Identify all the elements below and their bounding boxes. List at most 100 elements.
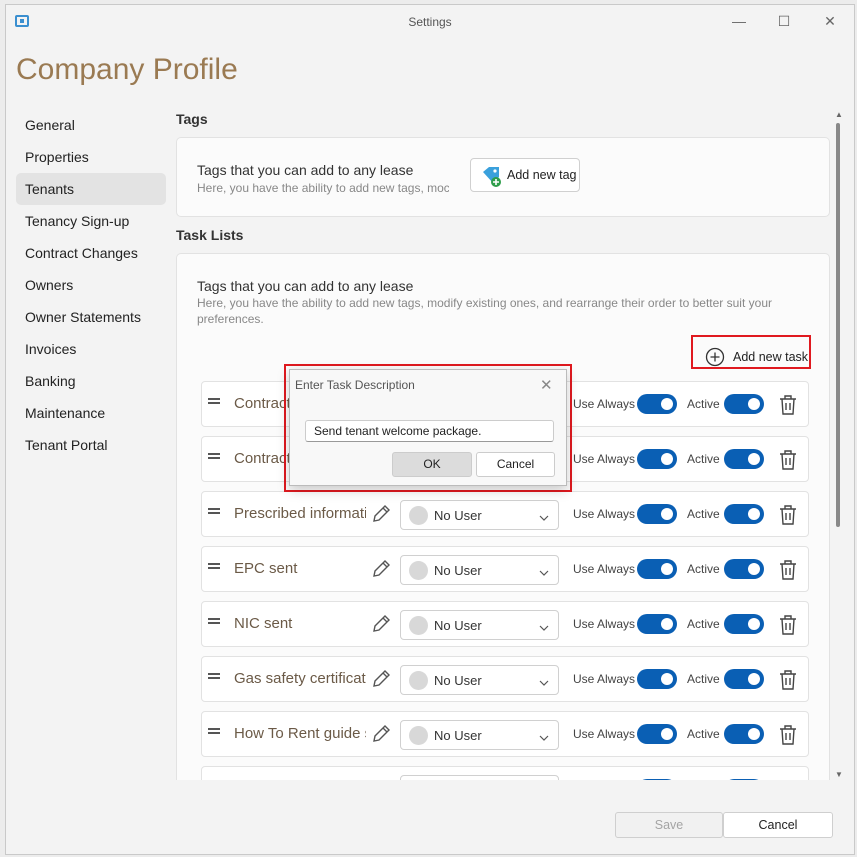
active-toggle[interactable]: [724, 669, 764, 689]
task-lists-card-description: Here, you have the ability to add new ta…: [197, 296, 772, 326]
user-dropdown[interactable]: [400, 775, 559, 780]
cancel-button[interactable]: Cancel: [723, 812, 833, 838]
chevron-down-icon: [539, 730, 549, 741]
task-row[interactable]: How To Rent guide se No User Use Always Act…: [201, 711, 809, 757]
use-always-toggle[interactable]: [637, 614, 677, 634]
task-name: Gas safety certificate: [234, 670, 366, 687]
active-toggle[interactable]: [724, 614, 764, 634]
sidebar-item-owners[interactable]: Owners: [16, 269, 166, 301]
trash-icon[interactable]: [778, 449, 798, 471]
drag-handle-icon[interactable]: [208, 728, 220, 734]
trash-icon[interactable]: [778, 724, 798, 746]
active-label: Active: [687, 617, 720, 631]
sidebar-item-tenancy-sign-up[interactable]: Tenancy Sign-up: [16, 205, 166, 237]
active-toggle[interactable]: [724, 559, 764, 579]
user-dropdown-value: No User: [434, 563, 482, 578]
dialog-title: Enter Task Description: [295, 378, 415, 392]
active-label: Active: [687, 672, 720, 686]
save-button[interactable]: Save: [615, 812, 723, 838]
user-dropdown-value: No User: [434, 508, 482, 523]
user-dropdown[interactable]: No User: [400, 665, 559, 695]
tags-card-description: Here, you have the ability to add new ta…: [197, 181, 449, 195]
sidebar-item-properties[interactable]: Properties: [16, 141, 166, 173]
dialog-close-icon[interactable]: ✕: [540, 376, 553, 394]
sidebar-item-banking[interactable]: Banking: [16, 365, 166, 397]
task-name: NIC sent: [234, 615, 293, 632]
trash-icon[interactable]: [778, 394, 798, 416]
use-always-toggle[interactable]: [637, 559, 677, 579]
chevron-down-icon: [539, 675, 549, 686]
active-toggle[interactable]: [724, 449, 764, 469]
user-dropdown-value: No User: [434, 673, 482, 688]
active-label: Active: [687, 727, 720, 741]
vertical-scrollbar[interactable]: ▲ ▼: [835, 109, 843, 781]
dialog-ok-button[interactable]: OK: [392, 452, 472, 477]
drag-handle-icon[interactable]: [208, 508, 220, 514]
pencil-icon[interactable]: [370, 778, 392, 780]
trash-icon[interactable]: [778, 504, 798, 526]
task-row[interactable]: Gas safety certificate No User Use Always A…: [201, 656, 809, 702]
active-label: Active: [687, 397, 720, 411]
use-always-toggle[interactable]: [637, 449, 677, 469]
add-new-tag-button[interactable]: Add new tag: [470, 158, 580, 192]
use-always-label: Use Always: [573, 507, 636, 521]
pencil-icon[interactable]: [370, 723, 392, 745]
user-dropdown[interactable]: No User: [400, 610, 559, 640]
sidebar-item-general[interactable]: General: [16, 109, 166, 141]
use-always-toggle[interactable]: [637, 669, 677, 689]
task-row[interactable]: Use AlwaysActive: [201, 766, 809, 780]
use-always-toggle[interactable]: [637, 779, 677, 780]
use-always-label: Use Always: [573, 562, 636, 576]
use-always-toggle[interactable]: [637, 394, 677, 414]
avatar: [409, 616, 428, 635]
tags-section-title: Tags: [176, 111, 208, 127]
use-always-toggle[interactable]: [637, 724, 677, 744]
sidebar-item-owner-statements[interactable]: Owner Statements: [16, 301, 166, 333]
task-row[interactable]: Prescribed informatic No User Use Always Ac…: [201, 491, 809, 537]
trash-icon[interactable]: [778, 614, 798, 636]
minimize-button[interactable]: —: [724, 11, 754, 31]
user-dropdown[interactable]: No User: [400, 555, 559, 585]
pencil-icon[interactable]: [370, 668, 392, 690]
drag-handle-icon[interactable]: [208, 453, 220, 459]
drag-handle-icon[interactable]: [208, 673, 220, 679]
task-description-input[interactable]: [305, 420, 554, 442]
pencil-icon[interactable]: [370, 613, 392, 635]
scroll-up-icon[interactable]: ▲: [835, 111, 843, 119]
sidebar-item-maintenance[interactable]: Maintenance: [16, 397, 166, 429]
active-toggle[interactable]: [724, 504, 764, 524]
dialog-cancel-button[interactable]: Cancel: [476, 452, 555, 477]
title-bar: Settings — ☐ ✕: [6, 5, 854, 37]
task-row[interactable]: NIC sent No User Use Always Active: [201, 601, 809, 647]
sidebar-item-contract-changes[interactable]: Contract Changes: [16, 237, 166, 269]
user-dropdown[interactable]: No User: [400, 720, 559, 750]
trash-icon[interactable]: [778, 559, 798, 581]
close-button[interactable]: ✕: [815, 11, 845, 31]
drag-handle-icon[interactable]: [208, 618, 220, 624]
scroll-down-icon[interactable]: ▼: [835, 771, 843, 779]
active-toggle[interactable]: [724, 394, 764, 414]
user-dropdown[interactable]: No User: [400, 500, 559, 530]
trash-icon[interactable]: [778, 669, 798, 691]
drag-handle-icon[interactable]: [208, 398, 220, 404]
use-always-toggle[interactable]: [637, 504, 677, 524]
sidebar-item-tenant-portal[interactable]: Tenant Portal: [16, 429, 166, 461]
user-dropdown-value: No User: [434, 728, 482, 743]
pencil-icon[interactable]: [370, 503, 392, 525]
task-description-dialog: Enter Task Description ✕ OK Cancel: [289, 369, 567, 486]
tag-add-icon: [483, 167, 501, 187]
active-label: Active: [687, 452, 720, 466]
maximize-button[interactable]: ☐: [769, 11, 799, 31]
pencil-icon[interactable]: [370, 558, 392, 580]
sidebar-item-invoices[interactable]: Invoices: [16, 333, 166, 365]
sidebar-item-tenants[interactable]: Tenants: [16, 173, 166, 205]
active-toggle[interactable]: [724, 779, 764, 780]
scrollbar-thumb[interactable]: [836, 123, 840, 527]
active-toggle[interactable]: [724, 724, 764, 744]
drag-handle-icon[interactable]: [208, 563, 220, 569]
add-task-highlight: [691, 335, 811, 369]
task-row[interactable]: EPC sent No User Use Always Active: [201, 546, 809, 592]
avatar: [409, 506, 428, 525]
avatar: [409, 561, 428, 580]
trash-icon[interactable]: [778, 779, 798, 780]
